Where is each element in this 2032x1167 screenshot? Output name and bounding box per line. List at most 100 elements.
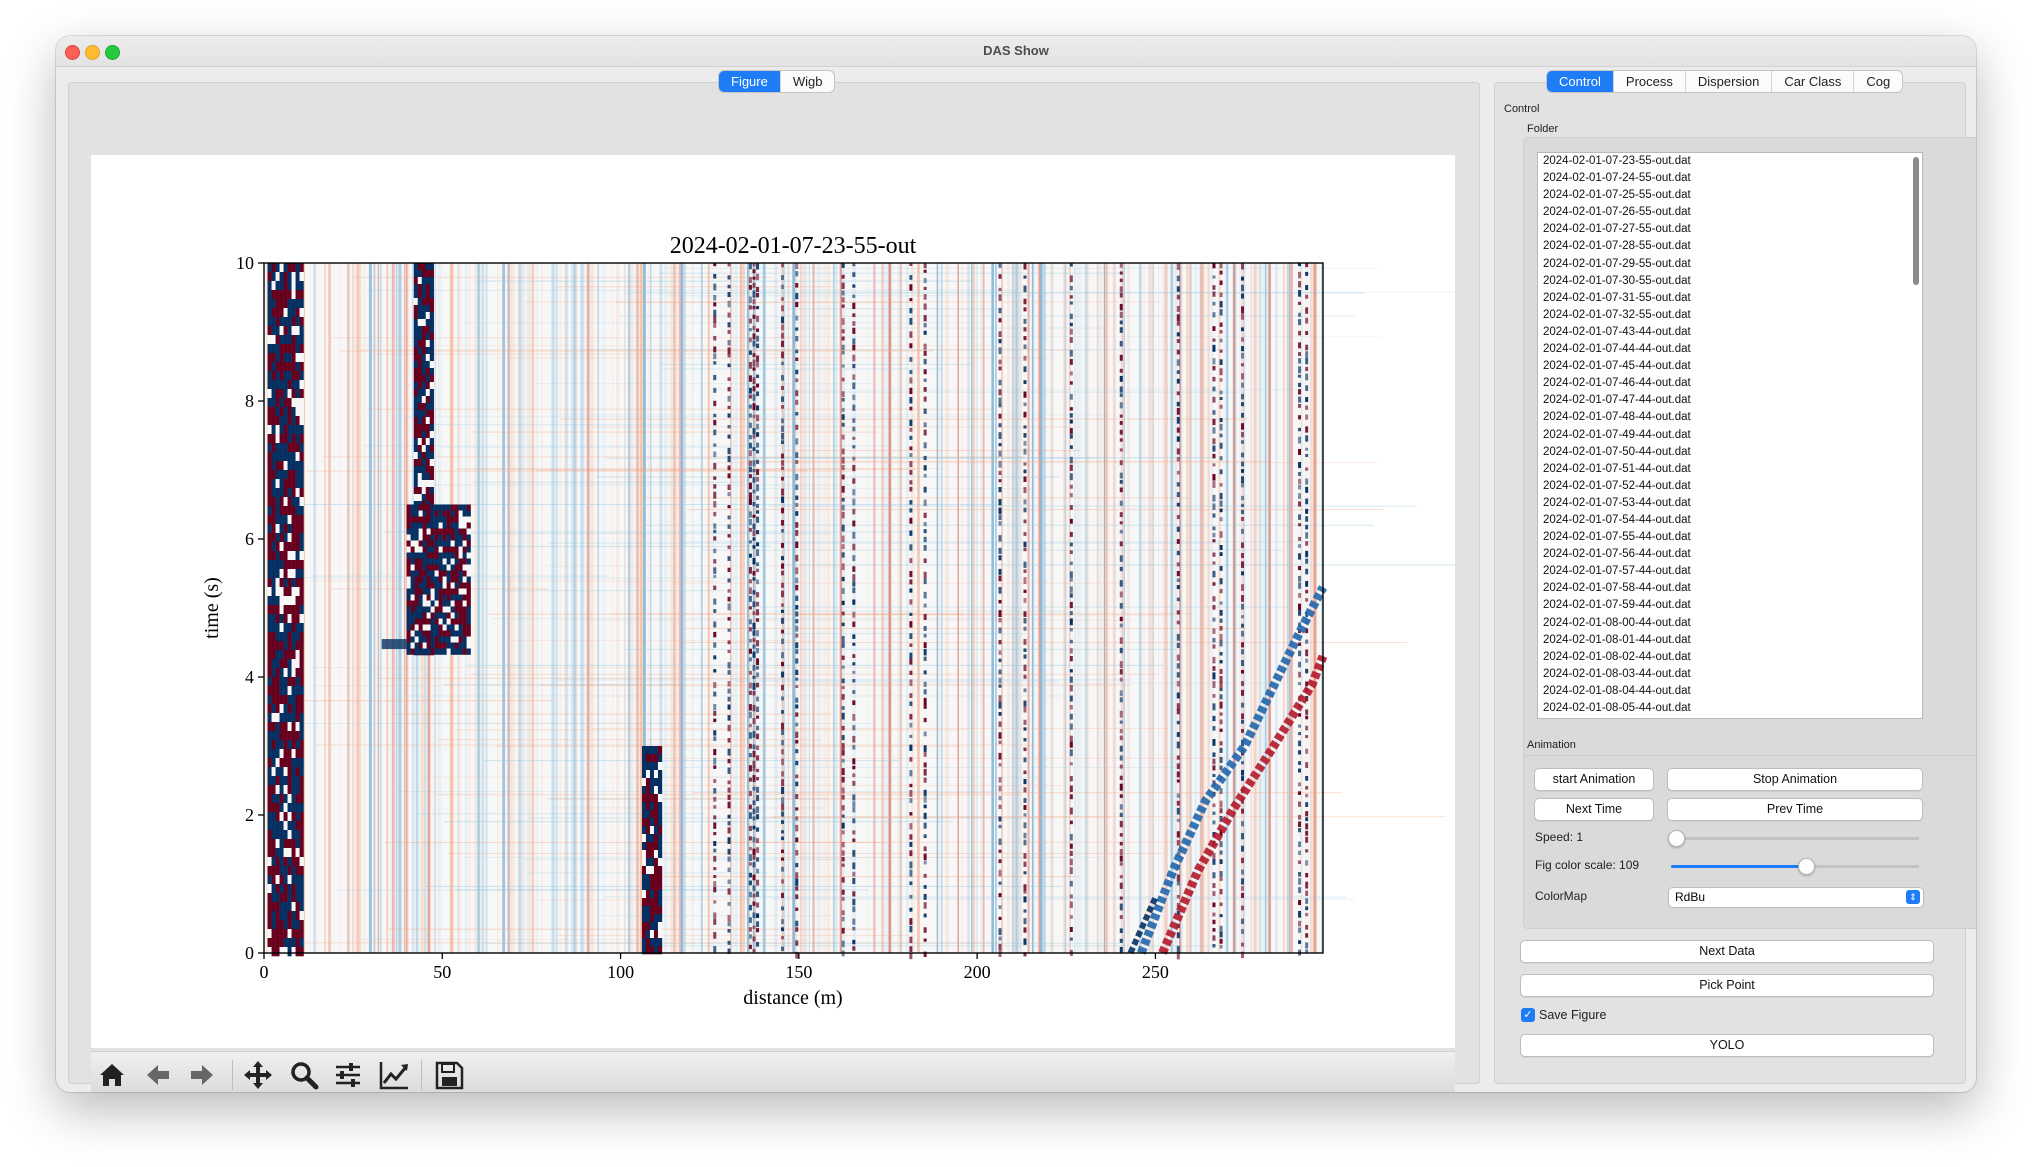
list-item[interactable]: 2024-02-01-07-55-44-out.dat — [1538, 529, 1922, 546]
signal-cell — [1305, 498, 1309, 505]
signal-cell — [291, 839, 296, 849]
list-item[interactable]: 2024-02-01-07-27-55-out.dat — [1538, 221, 1922, 238]
yolo-button[interactable]: YOLO — [1520, 1034, 1934, 1057]
signal-cell — [426, 564, 431, 571]
pick-point-button[interactable]: Pick Point — [1520, 974, 1934, 997]
signal-cell — [425, 312, 430, 320]
list-item[interactable]: 2024-02-01-07-52-44-out.dat — [1538, 478, 1922, 495]
colormap-select[interactable]: RdBu ⇕ — [1668, 887, 1924, 908]
list-item[interactable]: 2024-02-01-07-57-44-out.dat — [1538, 563, 1922, 580]
back-arrow-icon[interactable] — [141, 1058, 175, 1092]
speed-slider-knob[interactable] — [1668, 830, 1685, 847]
list-item[interactable]: 2024-02-01-07-58-44-out.dat — [1538, 580, 1922, 597]
signal-cell — [458, 588, 463, 595]
tab-wigb[interactable]: Wigb — [779, 71, 835, 92]
list-item[interactable]: 2024-02-01-07-24-55-out.dat — [1538, 170, 1922, 187]
list-item[interactable]: 2024-02-01-07-54-44-out.dat — [1538, 512, 1922, 529]
next-data-button[interactable]: Next Data — [1520, 940, 1934, 963]
list-item[interactable]: 2024-02-01-08-05-44-out.dat — [1538, 700, 1922, 717]
next-time-button[interactable]: Next Time — [1534, 798, 1654, 821]
save-icon[interactable] — [432, 1058, 466, 1092]
prev-time-button[interactable]: Prev Time — [1667, 798, 1923, 821]
noise-band — [510, 640, 815, 642]
signal-cell — [1119, 616, 1123, 622]
stop-animation-button[interactable]: Stop Animation — [1667, 768, 1923, 791]
file-list-scrollbar[interactable] — [1913, 157, 1919, 285]
pan-icon[interactable] — [241, 1058, 275, 1092]
list-item[interactable]: 2024-02-01-07-29-55-out.dat — [1538, 256, 1922, 273]
list-item[interactable]: 2024-02-01-07-48-44-out.dat — [1538, 409, 1922, 426]
list-item[interactable]: 2024-02-01-07-47-44-out.dat — [1538, 392, 1922, 409]
list-item[interactable]: 2024-02-01-07-56-44-out.dat — [1538, 546, 1922, 563]
list-item[interactable]: 2024-02-01-08-02-44-out.dat — [1538, 649, 1922, 666]
list-item[interactable]: 2024-02-01-07-30-55-out.dat — [1538, 273, 1922, 290]
axes-edit-icon[interactable] — [377, 1058, 411, 1092]
signal-cell — [295, 461, 300, 471]
subplots-icon[interactable] — [331, 1058, 365, 1092]
start-animation-button[interactable]: start Animation — [1534, 768, 1654, 791]
forward-arrow-icon[interactable] — [185, 1058, 219, 1092]
file-list[interactable]: 2024-02-01-07-23-55-out.dat 2024-02-01-07… — [1537, 152, 1923, 719]
list-item[interactable]: 2024-02-01-08-04-44-out.dat — [1538, 683, 1922, 700]
list-item[interactable]: 2024-02-01-07-43-44-out.dat — [1538, 324, 1922, 341]
list-item[interactable]: 2024-02-01-07-49-44-out.dat — [1538, 427, 1922, 444]
color-scale-slider[interactable] — [1671, 858, 1919, 875]
list-item[interactable]: 2024-02-01-08-03-44-out.dat — [1538, 666, 1922, 683]
list-item[interactable]: 2024-02-01-07-44-44-out.dat — [1538, 341, 1922, 358]
signal-cell — [1212, 617, 1216, 622]
signal-cell — [795, 584, 799, 591]
save-figure-checkbox[interactable]: ✓ — [1521, 1008, 1535, 1022]
noise-trace — [675, 263, 677, 953]
signal-cell — [413, 438, 418, 446]
color-scale-slider-knob[interactable] — [1797, 858, 1815, 875]
signal-cell — [649, 746, 655, 755]
list-item[interactable]: 2024-02-01-07-46-44-out.dat — [1538, 375, 1922, 392]
signal-cell — [410, 528, 415, 535]
signal-cell — [657, 914, 663, 923]
list-item[interactable]: 2024-02-01-07-50-44-out.dat — [1538, 444, 1922, 461]
list-item[interactable]: 2024-02-01-07-25-55-out.dat — [1538, 187, 1922, 204]
tab-process[interactable]: Process — [1612, 71, 1685, 92]
signal-cell — [466, 612, 471, 619]
signal-cell — [417, 494, 422, 502]
list-item[interactable]: 2024-02-01-08-01-44-out.dat — [1538, 632, 1922, 649]
tab-control[interactable]: Control — [1547, 71, 1613, 92]
list-item[interactable]: 2024-02-01-07-26-55-out.dat — [1538, 204, 1922, 221]
list-item[interactable]: 2024-02-01-07-51-44-out.dat — [1538, 461, 1922, 478]
signal-cell — [442, 558, 447, 565]
signal-cell — [653, 866, 659, 875]
signal-cell — [727, 596, 731, 602]
list-item[interactable]: 2024-02-01-07-32-55-out.dat — [1538, 307, 1922, 324]
signal-cell — [422, 612, 427, 619]
list-item[interactable]: 2024-02-01-07-53-44-out.dat — [1538, 495, 1922, 512]
signal-cell — [1069, 901, 1073, 909]
tab-figure[interactable]: Figure — [719, 71, 780, 92]
tab-car-class[interactable]: Car Class — [1771, 71, 1853, 92]
list-item[interactable]: 2024-02-01-07-59-44-out.dat — [1538, 597, 1922, 614]
list-item[interactable]: 2024-02-01-08-00-44-out.dat — [1538, 615, 1922, 632]
figure-canvas[interactable]: 0 50 100 150 200 250 0 2 4 6 8 10 2024-02-01-07-23… — [91, 155, 1503, 1048]
list-item[interactable]: 2024-02-01-07-31-55-out.dat — [1538, 290, 1922, 307]
list-item[interactable]: 2024-02-01-07-45-44-out.dat — [1538, 358, 1922, 375]
signal-cell — [295, 452, 300, 462]
signal-cell — [998, 347, 1002, 355]
list-item[interactable]: 2024-02-01-07-28-55-out.dat — [1538, 238, 1922, 255]
signal-cell — [727, 715, 731, 721]
speed-slider[interactable] — [1668, 830, 1919, 847]
signal-cell — [923, 591, 927, 599]
zoom-icon[interactable] — [287, 1058, 321, 1092]
signal-cell — [426, 510, 431, 517]
signal-cell — [291, 515, 296, 525]
tab-cog[interactable]: Cog — [1853, 71, 1902, 92]
signal-cell — [781, 722, 785, 730]
list-item[interactable]: 2024-02-01-07-23-55-out.dat — [1538, 153, 1922, 170]
signal-cell — [1023, 770, 1027, 775]
home-icon[interactable] — [95, 1058, 129, 1092]
tab-dispersion[interactable]: Dispersion — [1684, 71, 1771, 92]
signal-cell — [727, 578, 731, 583]
signal-cell — [795, 301, 799, 308]
signal-cell — [434, 600, 439, 607]
signal-cell — [1305, 802, 1309, 807]
signal-cell — [299, 542, 304, 552]
signal-cell — [421, 305, 426, 313]
